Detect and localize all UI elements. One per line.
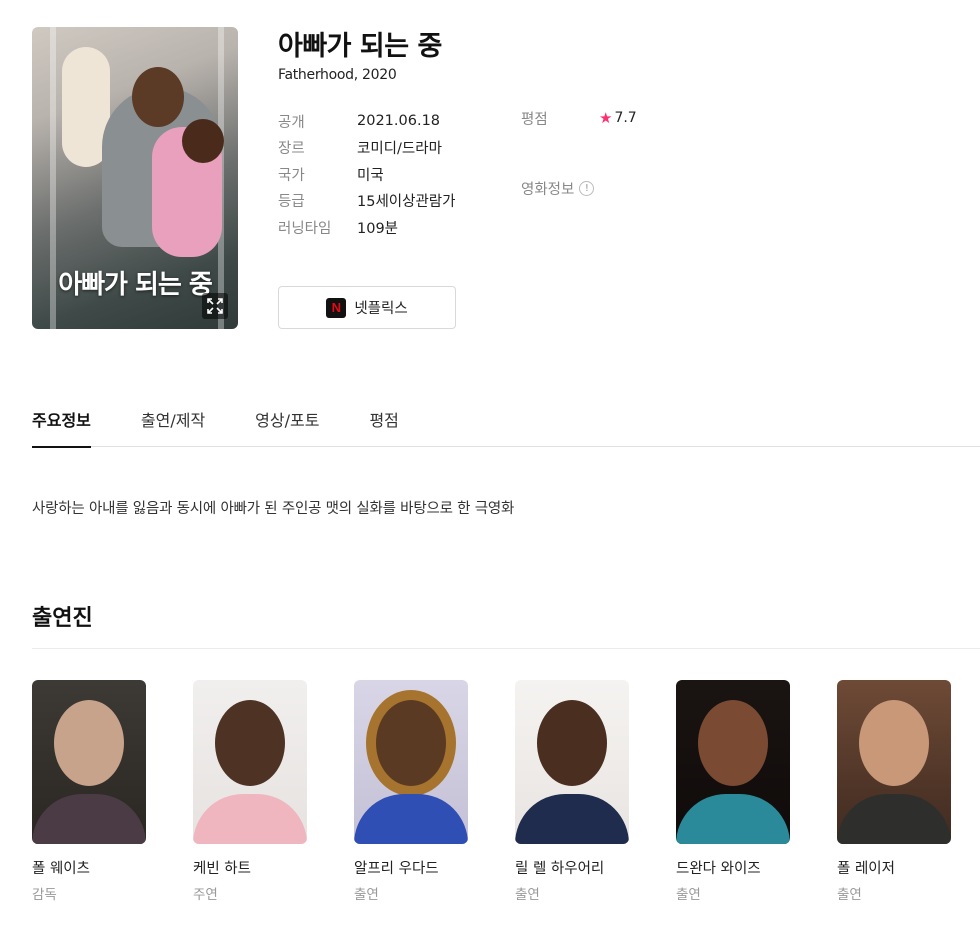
cast-photo-shoulders (676, 794, 790, 844)
cast-photo[interactable] (676, 680, 790, 844)
cast-photo-shoulders (32, 794, 146, 844)
cast-card[interactable]: 폴 웨이츠 감독 (32, 680, 146, 903)
cast-photo-shoulders (354, 794, 468, 844)
info-row-release: 공개 2021.06.18 (278, 108, 456, 135)
cast-name[interactable]: 폴 웨이츠 (32, 857, 146, 878)
cast-role: 주연 (193, 887, 218, 903)
cast-photo-shoulders (515, 794, 629, 844)
tab-cast-crew[interactable]: 출연/제작 (141, 404, 205, 447)
cast-photo[interactable] (837, 680, 951, 844)
netflix-watch-button[interactable]: N 넷플릭스 (278, 286, 456, 329)
info-value: 15세이상관람가 (357, 194, 456, 211)
cast-photo-shoulders (837, 794, 951, 844)
netflix-logo-icon: N (326, 297, 347, 318)
info-label: 공개 (278, 114, 305, 131)
cast-card[interactable]: 알프리 우다드 출연 (354, 680, 468, 903)
cast-name[interactable]: 케빈 하트 (193, 857, 307, 878)
rating-section: 평점 ★ 7.7 (521, 108, 637, 128)
info-label: 등급 (278, 194, 305, 211)
cast-role: 출연 (837, 887, 862, 903)
movie-info-label: 영화정보 (521, 182, 575, 198)
info-row-country: 국가 미국 (278, 161, 456, 188)
info-value: 2021.06.18 (357, 113, 441, 130)
tab-video-photo[interactable]: 영상/포토 (255, 404, 319, 447)
cast-photo[interactable] (515, 680, 629, 844)
movie-info-link[interactable]: 영화정보 ! (521, 178, 595, 199)
cast-role: 출연 (515, 887, 540, 903)
tab-reviews[interactable]: 평점 (369, 404, 398, 447)
info-value: 코미디/드라마 (357, 141, 442, 158)
tab-bar: 주요정보 출연/제작 영상/포토 평점 (32, 404, 980, 448)
cast-photo[interactable] (354, 680, 468, 844)
cast-card[interactable]: 폴 레이저 출연 (837, 680, 951, 903)
rating-label: 평점 (521, 111, 548, 128)
cast-role: 출연 (676, 887, 701, 903)
cast-card[interactable]: 케빈 하트 주연 (193, 680, 307, 903)
movie-poster[interactable]: 아빠가 되는 중 (32, 27, 238, 329)
info-value: 미국 (357, 167, 384, 184)
poster-figure-head (132, 67, 184, 127)
synopsis-text: 사랑하는 아내를 잃음과 동시에 아빠가 된 주인공 맷의 실화를 바탕으로 한… (32, 501, 515, 517)
info-value: 109분 (357, 220, 399, 237)
cast-photo-face (376, 700, 446, 786)
tab-main-info[interactable]: 주요정보 (32, 404, 91, 448)
cast-photo-face (537, 700, 607, 786)
netflix-button-label: 넷플릭스 (354, 301, 408, 317)
cast-role: 감독 (32, 887, 57, 903)
cast-heading: 출연진 (32, 606, 93, 631)
cast-photo-face (54, 700, 124, 786)
cast-card[interactable]: 드완다 와이즈 출연 (676, 680, 790, 903)
rating-row: 평점 ★ 7.7 (521, 108, 637, 128)
cast-photo-face (215, 700, 285, 786)
cast-name[interactable]: 알프리 우다드 (354, 857, 468, 878)
cast-photo-face (698, 700, 768, 786)
cast-name[interactable]: 드완다 와이즈 (676, 857, 790, 878)
cast-card[interactable]: 릴 렐 하우어리 출연 (515, 680, 629, 903)
star-icon: ★ (599, 109, 613, 127)
info-icon[interactable]: ! (579, 181, 595, 196)
cast-name[interactable]: 폴 레이저 (837, 857, 951, 878)
cast-photo-shoulders (193, 794, 307, 844)
info-row-runtime: 러닝타임 109분 (278, 214, 456, 241)
info-label: 장르 (278, 141, 305, 158)
info-row-genre: 장르 코미디/드라마 (278, 135, 456, 162)
cast-name[interactable]: 릴 렐 하우어리 (515, 857, 629, 878)
cast-role: 출연 (354, 887, 379, 903)
cast-photo[interactable] (193, 680, 307, 844)
expand-icon[interactable] (202, 293, 228, 319)
movie-subtitle: Fatherhood, 2020 (278, 67, 397, 83)
cast-list: 폴 웨이츠 감독 케빈 하트 주연 알프리 우다드 출연 릴 렐 하우어리 출연… (32, 680, 951, 903)
info-label: 러닝타임 (278, 220, 332, 237)
rating-value: 7.7 (614, 110, 637, 126)
info-label: 국가 (278, 167, 305, 184)
poster-baby-head (182, 119, 224, 163)
movie-info-list: 공개 2021.06.18 장르 코미디/드라마 국가 미국 등급 15세이상관… (278, 108, 456, 241)
movie-title: 아빠가 되는 중 (278, 31, 442, 62)
cast-photo[interactable] (32, 680, 146, 844)
divider (32, 648, 980, 649)
info-row-rating-age: 등급 15세이상관람가 (278, 188, 456, 215)
cast-photo-face (859, 700, 929, 786)
